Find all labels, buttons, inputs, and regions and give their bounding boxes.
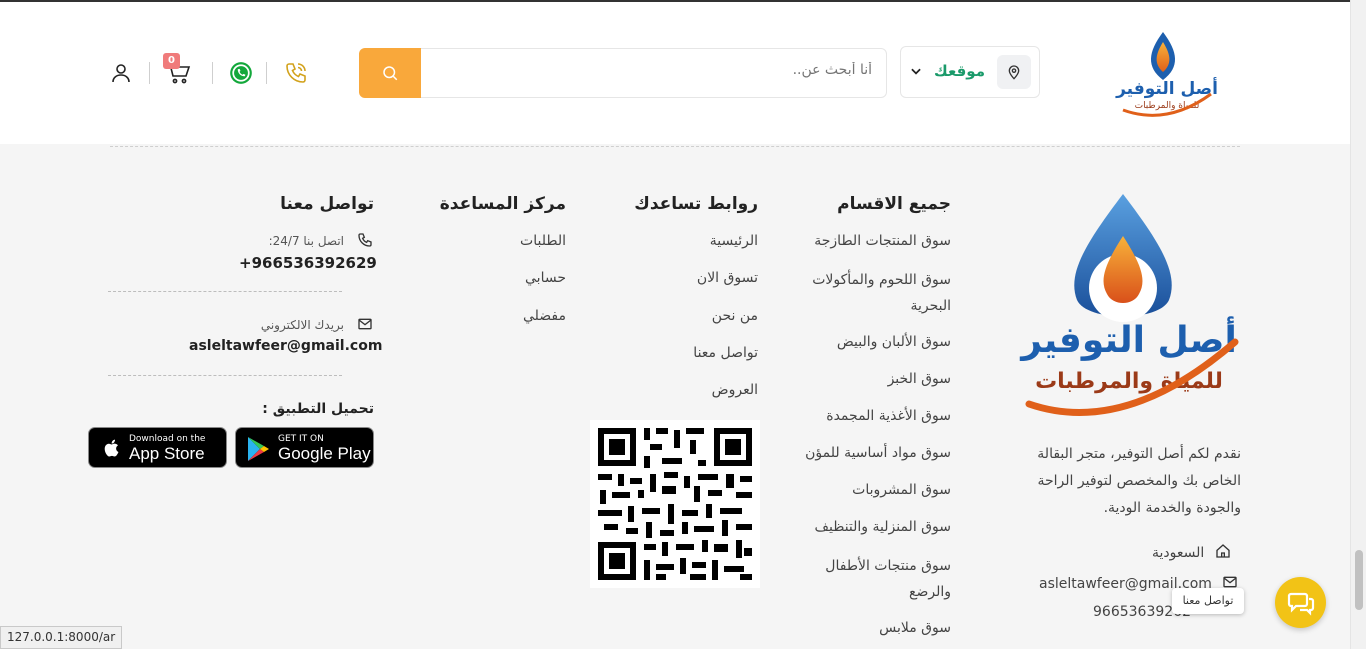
about-text: نقدم لكم أصل التوفير، متجر البقالة الخاص… (1037, 446, 1241, 516)
phone-icon (358, 233, 372, 247)
category-link[interactable]: سوق منتجات الأطفال والرضع (791, 553, 951, 605)
help-center-title: مركز المساعدة (439, 194, 566, 214)
cart-count-badge: 0 (163, 53, 180, 69)
header-divider (212, 62, 213, 84)
country-row: السعودية (1152, 543, 1231, 561)
useful-link[interactable]: تواصل معنا (693, 345, 758, 361)
category-link[interactable]: سوق المنتجات الطازجة (814, 233, 951, 249)
contact-divider (108, 375, 342, 376)
search-button[interactable] (359, 48, 421, 98)
email-value[interactable]: asleltawfeer@gmail.com (189, 338, 382, 354)
mail-icon (358, 318, 372, 330)
country-text: السعودية (1152, 545, 1205, 561)
email-label: بريدك الالكتروني (260, 318, 344, 332)
apple-icon (104, 439, 119, 457)
search-box (420, 48, 887, 98)
app-store-button[interactable]: Download on the App Store (88, 427, 227, 468)
category-link[interactable]: سوق الألبان والبيض (837, 334, 951, 350)
svg-text:أصل التوفير: أصل التوفير (1115, 77, 1218, 99)
help-link[interactable]: الطلبات (520, 233, 566, 249)
useful-link[interactable]: من نحن (712, 308, 758, 324)
user-icon (112, 64, 130, 83)
home-icon (1216, 544, 1230, 558)
status-bar-url: 127.0.0.1:8000/ar (0, 626, 123, 649)
help-link[interactable]: مفضلي (523, 308, 566, 324)
header-logo[interactable]: أصل التوفير للمياة والمرطبات (1115, 22, 1219, 122)
category-link[interactable]: سوق الخبز (888, 371, 951, 387)
call-label: اتصل بنا 24/7: (268, 234, 344, 248)
category-link[interactable]: سوق اللحوم والمأكولات البحرية (791, 267, 951, 319)
categories-title: جميع الاقسام (837, 194, 951, 214)
contact-title: تواصل معنا (280, 194, 374, 214)
useful-link[interactable]: تسوق الان (697, 270, 758, 286)
google-play-icon (248, 437, 269, 461)
footer-divider (110, 146, 1240, 147)
scrollbar-thumb[interactable] (1355, 550, 1363, 610)
location-selector[interactable]: موقعك (900, 46, 1040, 98)
app-download-title: تحميل التطبيق : (262, 401, 374, 417)
useful-links-title: روابط تساعدك (634, 194, 758, 214)
header-divider (266, 62, 267, 84)
contact-divider (108, 291, 342, 292)
footer-logo-name: أصل التوفير (1019, 316, 1237, 361)
whatsapp-icon (230, 62, 252, 84)
google-play-button[interactable]: GET IT ON Google Play (235, 427, 374, 468)
chat-bubbles-icon (1287, 592, 1314, 616)
category-link[interactable]: سوق ملابس (879, 620, 951, 636)
app-store-small-text: Download on the (129, 434, 206, 444)
header-divider (149, 62, 150, 84)
useful-link[interactable]: الرئيسية (710, 233, 758, 249)
phone-icon (286, 63, 306, 83)
app-store-big-text: App Store (129, 444, 205, 463)
page-scrollbar[interactable] (1350, 0, 1366, 649)
call-number[interactable]: +966536392629 (239, 254, 377, 272)
category-link[interactable]: سوق الأغذية المجمدة (826, 408, 951, 424)
location-label: موقعك (934, 62, 985, 80)
whatsapp-button[interactable] (226, 58, 256, 88)
category-link[interactable]: سوق المشروبات (852, 482, 951, 498)
useful-link[interactable]: العروض (712, 382, 758, 398)
category-link[interactable]: سوق المنزلية والتنظيف (815, 519, 952, 535)
account-button[interactable] (106, 58, 136, 88)
chevron-down-icon (909, 63, 923, 82)
google-play-big-text: Google Play (278, 444, 371, 463)
footer-logo[interactable]: أصل التوفير للمياة والمرطبات (1015, 192, 1243, 424)
chat-tooltip: تواصل معنا (1172, 588, 1244, 614)
phone-button[interactable] (281, 58, 311, 88)
category-link[interactable]: سوق مواد أساسية للمؤن (805, 445, 951, 461)
chat-button[interactable] (1275, 577, 1326, 628)
search-input[interactable] (442, 62, 872, 78)
help-link[interactable]: حسابي (525, 270, 566, 286)
qr-code (590, 420, 760, 588)
google-play-small-text: GET IT ON (278, 434, 324, 444)
location-pin-icon (997, 55, 1031, 89)
search-icon (383, 66, 398, 81)
